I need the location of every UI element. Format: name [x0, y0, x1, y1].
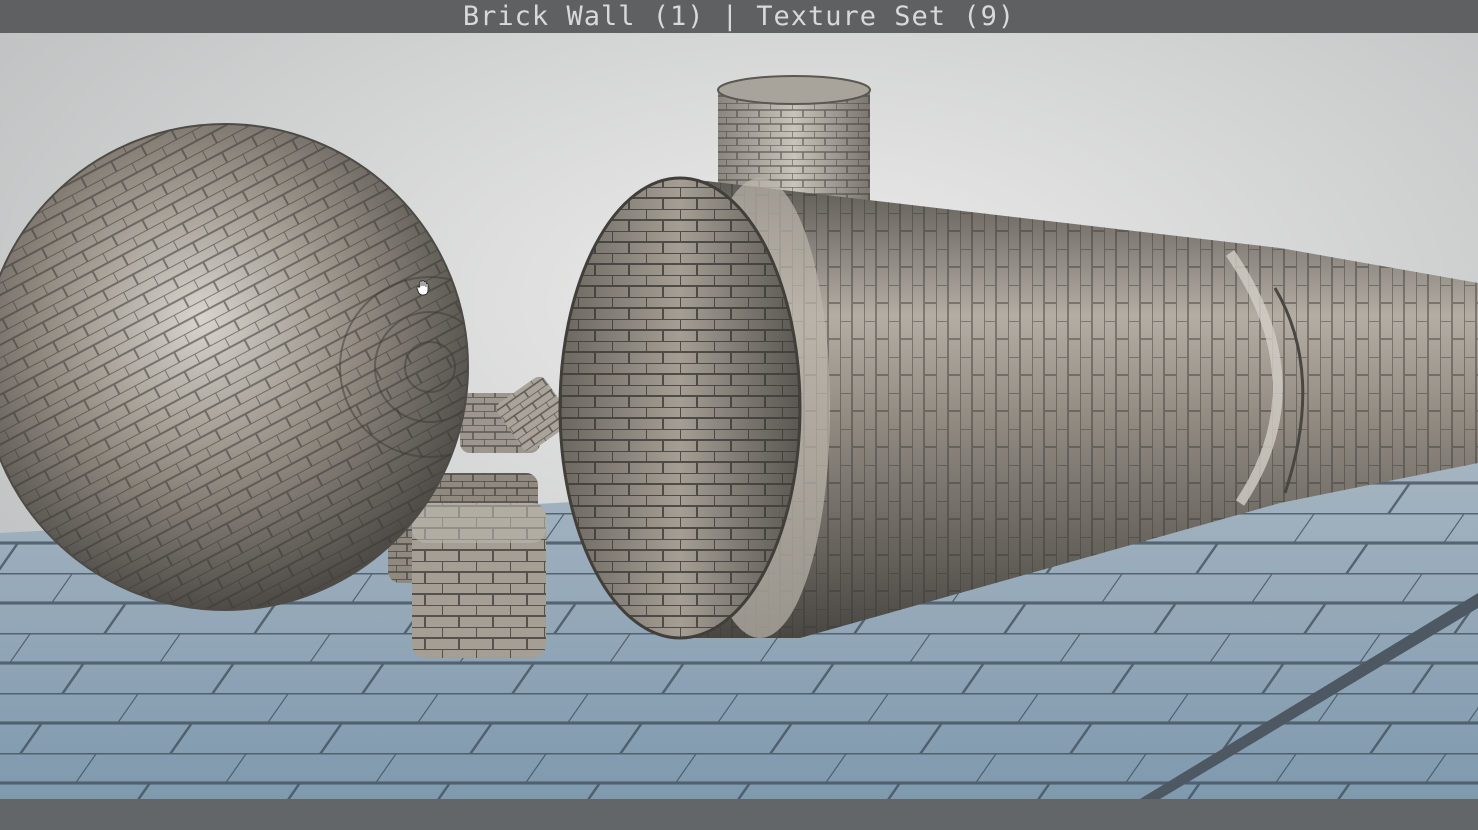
window-title: Brick Wall (1) | Texture Set (9): [462, 1, 1016, 32]
title-bar: Brick Wall (1) | Texture Set (9): [0, 0, 1478, 33]
hand-cursor-icon: [416, 280, 429, 296]
3d-viewport[interactable]: [0, 33, 1478, 799]
bottom-bar: [0, 799, 1478, 830]
